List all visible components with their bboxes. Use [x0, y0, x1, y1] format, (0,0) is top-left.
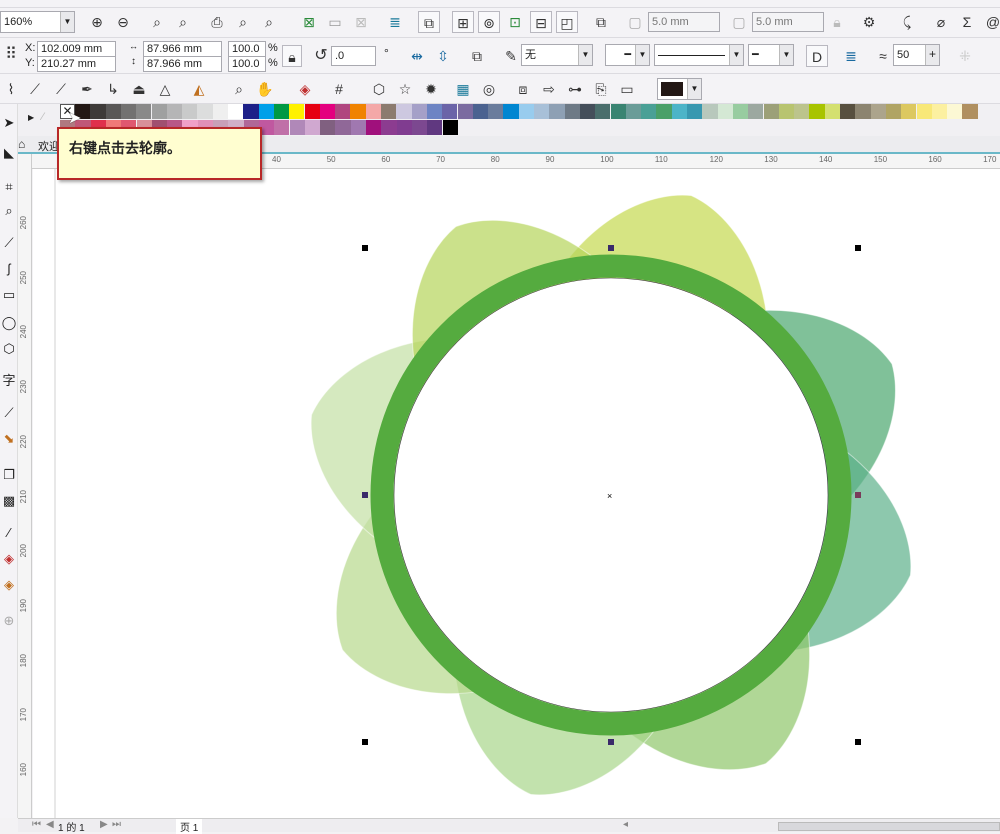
scroll-left-icon[interactable]: ◂ [623, 819, 628, 830]
handle-top-right[interactable] [855, 245, 861, 251]
last-page-icon[interactable]: ⏭ [112, 819, 121, 830]
handle-left[interactable] [362, 492, 368, 498]
page-navigator: ⏮ ◀ 1 的 1 ▶ ⏭ 页 1 ◂ [18, 818, 1000, 834]
flower-drawing[interactable]: × [0, 0, 1000, 832]
center-mark: × [607, 491, 612, 501]
handle-bottom[interactable] [608, 739, 614, 745]
handle-top-left[interactable] [362, 245, 368, 251]
next-page-icon[interactable]: ▶ [100, 819, 108, 830]
handle-right[interactable] [855, 492, 861, 498]
first-page-icon[interactable]: ⏮ [32, 819, 41, 830]
mouse-cursor-icon: ➤ [68, 110, 82, 127]
tooltip-text: 右键点击去轮廓。 [69, 140, 181, 156]
handle-top[interactable] [608, 245, 614, 251]
handle-bottom-right[interactable] [855, 739, 861, 745]
horizontal-scrollbar[interactable] [778, 822, 1000, 831]
tooltip: 右键点击去轮廓。 [57, 127, 262, 180]
handle-bottom-left[interactable] [362, 739, 368, 745]
prev-page-icon[interactable]: ◀ [46, 819, 54, 830]
